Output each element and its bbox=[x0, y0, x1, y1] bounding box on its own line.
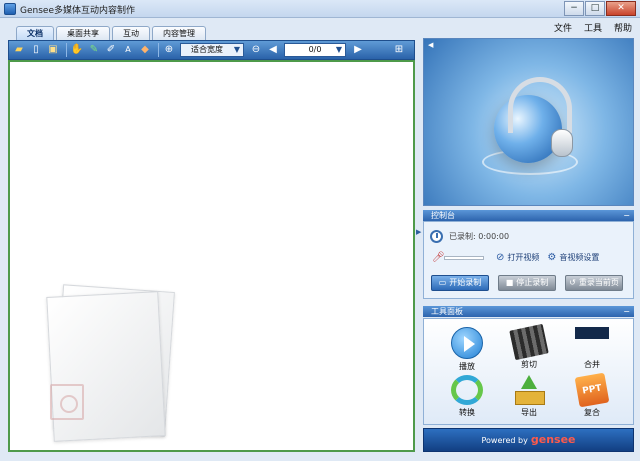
document-toolbar: ▰ ▯ ▣ ✋ ✎ ✐ A ◆ ⊕ 适合宽度 ▼ ⊖ ◀ 0/0 ▼ ▶ ⊞ bbox=[8, 40, 415, 60]
export-icon bbox=[513, 375, 545, 405]
zoom-select-value: 适合宽度 bbox=[191, 45, 223, 54]
tab-document[interactable]: 文档 bbox=[16, 26, 54, 40]
document-logo-icon bbox=[50, 384, 84, 420]
app-icon bbox=[4, 3, 16, 15]
gear-icon: ⚙ bbox=[547, 252, 557, 263]
export-tool-label: 导出 bbox=[521, 408, 537, 417]
empty-document-illustration bbox=[36, 280, 176, 450]
zoom-out-icon[interactable]: ⊖ bbox=[250, 44, 262, 56]
page-indicator[interactable]: 0/0 ▼ bbox=[284, 43, 346, 57]
play-tool-label: 播放 bbox=[459, 362, 475, 371]
preview-toggle-icon[interactable]: ◀ bbox=[428, 41, 433, 49]
brand-logo: gensee bbox=[530, 433, 576, 446]
headset-icon bbox=[508, 77, 572, 133]
panel-collapse-handle[interactable]: ▶ bbox=[416, 228, 422, 242]
zoom-select[interactable]: 适合宽度 ▼ bbox=[180, 43, 244, 57]
control-panel-title: 控制台 bbox=[431, 211, 455, 220]
save-icon[interactable]: ▣ bbox=[47, 44, 59, 56]
tool-panel: 播放 剪切 合并 转换 导出 PPT 复合 bbox=[423, 318, 634, 425]
rerecord-page-label: 重录当前页 bbox=[578, 278, 619, 287]
clock-icon bbox=[430, 230, 443, 243]
collapse-icon[interactable]: − bbox=[623, 306, 630, 317]
av-settings-link[interactable]: ⚙ 音视频设置 bbox=[547, 252, 599, 263]
tab-desktop-share[interactable]: 桌面共享 bbox=[56, 26, 110, 40]
menu-file[interactable]: 文件 bbox=[554, 21, 572, 34]
document-canvas[interactable] bbox=[8, 60, 415, 452]
powered-by-text: Powered by bbox=[481, 436, 528, 445]
tool-panel-header: 工具面板 − bbox=[423, 306, 634, 317]
window-title: Gensee多媒体互动内容制作 bbox=[20, 6, 135, 16]
av-controls: 🎤︎ ⊘ 打开视频 ⚙ 音视频设置 bbox=[432, 252, 630, 263]
recording-time-label: 已录制: 0:00:00 bbox=[449, 232, 510, 241]
undo-icon: ↺ bbox=[569, 278, 576, 287]
close-button[interactable]: ✕ bbox=[606, 1, 636, 16]
window-controls: − □ ✕ bbox=[563, 1, 636, 16]
page-indicator-value: 0/0 bbox=[308, 45, 322, 54]
hand-icon[interactable]: ✋ bbox=[71, 44, 83, 56]
toolbar-separator bbox=[158, 43, 159, 57]
menu-bar: 文件 工具 帮助 bbox=[542, 21, 632, 34]
film-scissors-icon bbox=[509, 323, 549, 361]
volume-slider[interactable] bbox=[444, 255, 484, 260]
pen-icon[interactable]: ✎ bbox=[88, 44, 100, 56]
convert-icon bbox=[451, 375, 483, 405]
av-settings-label: 音视频设置 bbox=[559, 253, 600, 262]
toolbar-separator bbox=[66, 43, 67, 57]
convert-tool[interactable]: 转换 bbox=[444, 375, 490, 418]
recording-time: 已录制: 0:00:00 bbox=[430, 230, 509, 243]
rerecord-page-button[interactable]: ↺ 重录当前页 bbox=[565, 275, 623, 291]
menu-help[interactable]: 帮助 bbox=[614, 21, 632, 34]
start-record-label: 开始录制 bbox=[449, 278, 482, 287]
main-tabs: 文档 桌面共享 互动 内容管理 bbox=[16, 26, 208, 40]
stop-record-button[interactable]: ■ 停止录制 bbox=[498, 275, 556, 291]
text-icon[interactable]: A bbox=[122, 44, 134, 56]
ppt-icon: PPT bbox=[574, 372, 610, 408]
cut-tool[interactable]: 剪切 bbox=[506, 323, 552, 370]
powered-by-banner: Powered by gensee bbox=[423, 428, 634, 452]
prev-page-icon[interactable]: ◀ bbox=[267, 44, 279, 56]
eraser-icon[interactable]: ◆ bbox=[139, 44, 151, 56]
composite-tool-label: 复合 bbox=[584, 408, 600, 417]
start-record-button[interactable]: ▭ 开始录制 bbox=[431, 275, 489, 291]
camera-off-icon: ⊘ bbox=[496, 252, 505, 263]
convert-tool-label: 转换 bbox=[459, 408, 475, 417]
control-panel-header: 控制台 − bbox=[423, 210, 634, 221]
tool-panel-title: 工具面板 bbox=[431, 307, 463, 316]
marker-icon[interactable]: ✐ bbox=[105, 44, 117, 56]
merge-tool-label: 合并 bbox=[584, 360, 600, 369]
play-icon bbox=[451, 327, 483, 359]
chevron-down-icon: ▼ bbox=[335, 45, 342, 54]
cut-tool-label: 剪切 bbox=[521, 360, 537, 369]
composite-tool[interactable]: PPT 复合 bbox=[569, 372, 615, 418]
tab-interaction[interactable]: 互动 bbox=[112, 26, 150, 40]
title-bar: Gensee多媒体互动内容制作 − □ ✕ bbox=[0, 0, 640, 18]
open-video-label: 打开视频 bbox=[507, 253, 540, 262]
merge-icon bbox=[575, 327, 609, 357]
record-buttons: ▭ 开始录制 ■ 停止录制 ↺ 重录当前页 bbox=[431, 275, 632, 291]
menu-tools[interactable]: 工具 bbox=[584, 21, 602, 34]
play-tool[interactable]: 播放 bbox=[444, 327, 490, 372]
chevron-down-icon: ▼ bbox=[233, 45, 240, 54]
open-folder-icon[interactable]: ▰ bbox=[13, 44, 25, 56]
control-panel: 已录制: 0:00:00 🎤︎ ⊘ 打开视频 ⚙ 音视频设置 ▭ 开始录制 ■ 停止… bbox=[423, 221, 634, 299]
export-tool[interactable]: 导出 bbox=[506, 375, 552, 418]
headset-earcup bbox=[551, 129, 573, 157]
next-page-icon[interactable]: ▶ bbox=[352, 44, 364, 56]
video-preview: ◀ bbox=[423, 38, 634, 206]
microphone-icon[interactable]: 🎤︎ bbox=[432, 252, 445, 263]
maximize-button[interactable]: □ bbox=[585, 1, 605, 16]
video-camera-icon: ▭ bbox=[438, 278, 447, 287]
tab-content-management[interactable]: 内容管理 bbox=[152, 26, 206, 40]
grid-icon[interactable]: ⊞ bbox=[393, 44, 405, 56]
stop-icon: ■ bbox=[505, 278, 514, 287]
zoom-in-icon[interactable]: ⊕ bbox=[163, 44, 175, 56]
stop-record-label: 停止录制 bbox=[516, 278, 549, 287]
open-video-link[interactable]: ⊘ 打开视频 bbox=[496, 252, 539, 263]
merge-tool[interactable]: 合并 bbox=[569, 327, 615, 370]
new-document-icon[interactable]: ▯ bbox=[30, 44, 42, 56]
minimize-button[interactable]: − bbox=[564, 1, 584, 16]
collapse-icon[interactable]: − bbox=[623, 210, 630, 221]
